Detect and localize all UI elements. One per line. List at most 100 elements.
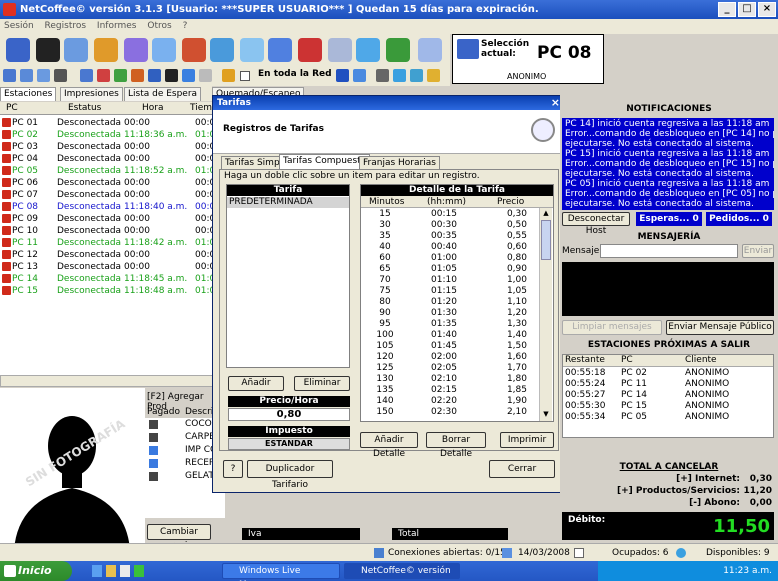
network-icon[interactable] — [240, 38, 264, 62]
window-icon[interactable] — [182, 69, 195, 82]
send-button[interactable]: Enviar — [742, 244, 774, 258]
notifications-box[interactable]: PC 14] inició cuenta regresiva a las 11:… — [562, 118, 774, 210]
delete-tarifa-button[interactable]: Eliminar — [294, 376, 350, 391]
minimize-button[interactable]: _ — [718, 2, 736, 17]
table-row[interactable]: 75 01:15 1,05 — [361, 286, 539, 297]
table-row[interactable]: 00:55:24 PC 11 ANONIMO — [563, 379, 773, 390]
menu-registros[interactable]: Registros — [45, 21, 87, 31]
pc-icon[interactable] — [80, 69, 93, 82]
table-row[interactable]: 00:55:34 PC 05 ANONIMO — [563, 412, 773, 423]
help-icon[interactable] — [410, 69, 423, 82]
table-row[interactable]: PC 01 Desconectada 00:00 00:00 — [0, 117, 221, 129]
clear-messages-button[interactable]: Limpiar mensajes — [562, 320, 662, 335]
detail-table[interactable]: Detalle de la Tarifa Minutos (hh:mm) Pre… — [360, 184, 554, 422]
price-hour-field[interactable]: 0,80 — [228, 408, 350, 421]
col-upc-pc[interactable]: PC — [621, 355, 633, 365]
grid-icon[interactable] — [54, 69, 67, 82]
menu-help[interactable]: ? — [183, 21, 188, 31]
messages-area[interactable] — [562, 262, 774, 316]
terminal-icon[interactable] — [418, 38, 442, 62]
add-tarifa-button[interactable]: Añadir — [228, 376, 284, 391]
table-row[interactable]: PC 04 Desconectada 00:00 00:00 — [0, 153, 221, 165]
search-icon[interactable] — [64, 38, 88, 62]
detail-rows[interactable]: 15 00:15 0,30 30 00:30 0,50 35 00:35 0,55 40 00:40… — [361, 209, 539, 421]
cafe-icon[interactable] — [182, 38, 206, 62]
products-icon[interactable] — [94, 38, 118, 62]
table-row[interactable]: 80 01:20 1,10 — [361, 297, 539, 308]
table-row[interactable]: PC 08 Desconectada 11:18:40 a.m. 00:00 — [0, 201, 221, 213]
col-restante[interactable]: Restante — [565, 355, 605, 365]
table-row[interactable]: PC 02 Desconectada 11:18:36 a.m. 01:00 — [0, 129, 221, 141]
table-row[interactable]: 140 02:20 1,90 — [361, 396, 539, 407]
table-row[interactable]: 150 02:30 2,10 — [361, 407, 539, 418]
folder-icon[interactable] — [106, 565, 116, 577]
tab-tarifas-compuesta[interactable]: Tarifas Compuesta — [279, 154, 371, 170]
sort-icon[interactable] — [3, 69, 16, 82]
users-icon[interactable] — [6, 38, 30, 62]
network-scope-checkbox[interactable] — [240, 71, 250, 81]
tarifa-item[interactable]: PREDETERMINADA — [227, 197, 349, 208]
list-icon[interactable] — [20, 69, 33, 82]
stations-hscroll[interactable] — [0, 375, 218, 387]
message-icon[interactable] — [148, 69, 161, 82]
table-row[interactable]: PC 15 Desconectada 11:18:48 a.m. 01:00 — [0, 285, 221, 297]
table-row[interactable]: 40 00:40 0,60 — [361, 242, 539, 253]
table-row[interactable]: PC 13 Desconectada 00:00 00:00 — [0, 261, 221, 273]
camera-icon[interactable] — [427, 69, 440, 82]
screen-icon[interactable] — [165, 69, 178, 82]
close-button[interactable]: × — [758, 2, 776, 17]
table-row[interactable]: PC 06 Desconectada 00:00 00:00 — [0, 177, 221, 189]
table-row[interactable]: 30 00:30 0,50 — [361, 220, 539, 231]
table-row[interactable]: 130 02:10 1,80 — [361, 374, 539, 385]
upcoming-table[interactable]: Restante PC Cliente 00:55:18 PC 02 ANONIMO… — [562, 354, 774, 438]
col-pc[interactable]: PC — [6, 102, 18, 115]
menu-sesion[interactable]: Sesión — [4, 21, 34, 31]
lock-icon[interactable] — [97, 69, 110, 82]
pin-icon[interactable] — [199, 69, 212, 82]
tab-franjas-horarias[interactable]: Franjas Horarias — [359, 156, 440, 170]
table-row[interactable]: 125 02:05 1,70 — [361, 363, 539, 374]
power-icon[interactable] — [131, 69, 144, 82]
security-icon[interactable] — [298, 38, 322, 62]
message-input[interactable] — [600, 244, 738, 258]
public-message-button[interactable]: Enviar Mensaje Público — [666, 320, 774, 335]
table-row[interactable]: 60 01:00 0,80 — [361, 253, 539, 264]
print-button[interactable]: Imprimir — [500, 432, 554, 448]
table-row[interactable]: PC 03 Desconectada 00:00 00:00 — [0, 141, 221, 153]
refresh-icon[interactable] — [356, 38, 380, 62]
table-row[interactable]: 00:55:30 PC 15 ANONIMO — [563, 401, 773, 412]
col-estatus[interactable]: Estatus — [68, 102, 101, 115]
table-row[interactable]: 15 00:15 0,30 — [361, 209, 539, 220]
help-button[interactable]: ? — [223, 460, 243, 478]
task-netcoffee[interactable]: NetCoffee© versión ... — [344, 563, 460, 581]
table-row[interactable]: 65 01:05 0,90 — [361, 264, 539, 275]
table-row[interactable]: PC 12 Desconectada 00:00 00:00 — [0, 249, 221, 261]
waits-button[interactable]: Esperas... 0 — [636, 212, 702, 226]
orders-button[interactable]: Pedidos... 0 — [706, 212, 772, 226]
users-small-icon[interactable] — [393, 69, 406, 82]
tax-select[interactable]: ESTANDAR — [228, 438, 350, 450]
tab-estaciones[interactable]: Estaciones — [0, 87, 57, 101]
table-row[interactable]: 135 02:15 1,85 — [361, 385, 539, 396]
table-row[interactable]: PC 05 Desconectada 11:18:52 a.m. 01:00 — [0, 165, 221, 177]
printer-icon[interactable] — [376, 69, 389, 82]
add-detail-button[interactable]: Añadir Detalle — [360, 432, 418, 459]
ie-icon[interactable] — [92, 565, 102, 577]
close-dialog-button[interactable]: Cerrar — [489, 460, 555, 478]
menu-otros[interactable]: Otros — [147, 21, 171, 31]
tab-lista-espera[interactable]: Lista de Espera — [124, 87, 202, 101]
tab-impresiones[interactable]: Impresiones — [60, 87, 123, 101]
table-row[interactable]: 35 00:35 0,55 — [361, 231, 539, 242]
table-row[interactable]: PC 10 Desconectada 00:00 00:00 — [0, 225, 221, 237]
table-row[interactable]: PC 07 Desconectada 00:00 00:00 — [0, 189, 221, 201]
barcode-icon[interactable] — [36, 38, 60, 62]
messenger-icon[interactable] — [134, 565, 144, 577]
table-row[interactable]: 120 02:00 1,60 — [361, 352, 539, 363]
maximize-button[interactable]: □ — [738, 2, 756, 17]
table-row[interactable]: 100 01:40 1,40 — [361, 330, 539, 341]
money-icon[interactable] — [336, 69, 349, 82]
tools-icon[interactable] — [152, 38, 176, 62]
menu-informes[interactable]: Informes — [97, 21, 137, 31]
change-price-button[interactable]: Cambiar precio — [147, 524, 211, 551]
col-hhmm[interactable]: (hh:mm) — [427, 196, 466, 208]
